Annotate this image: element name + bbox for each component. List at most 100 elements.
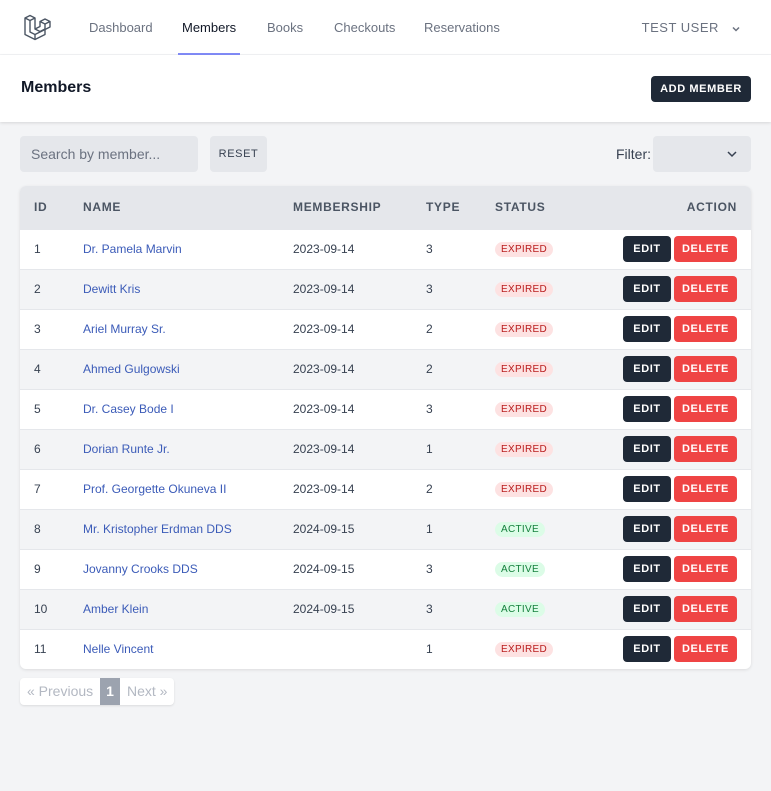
cell-type: 1 [426,642,433,657]
member-name-link[interactable]: Nelle Vincent [83,642,154,656]
column-header-id[interactable]: ID [20,186,83,229]
edit-button[interactable]: EDIT [623,476,671,502]
status-badge: EXPIRED [495,482,554,497]
status-badge: EXPIRED [495,362,554,377]
members-table: ID NAME MEMBERSHIP TYPE STATUS ACTION 1 D… [20,186,751,669]
edit-button[interactable]: EDIT [623,396,671,422]
member-name-link[interactable]: Ariel Murray Sr. [83,322,166,336]
cell-membership: 2023-09-14 [293,242,355,256]
delete-button[interactable]: DELETE [674,356,737,382]
pagination-previous[interactable]: « Previous [20,678,100,705]
cell-id: 9 [34,562,41,576]
status-badge: ACTIVE [495,602,545,617]
nav-dashboard[interactable]: Dashboard [89,0,153,55]
cell-id: 6 [34,442,41,456]
cell-id: 11 [34,642,47,657]
user-name: TEST USER [641,20,719,35]
cell-id: 7 [34,482,41,496]
cell-type: 1 [426,442,433,456]
nav-books[interactable]: Books [267,0,303,55]
member-name-link[interactable]: Amber Klein [83,602,148,616]
delete-button[interactable]: DELETE [674,236,737,262]
member-name-link[interactable]: Mr. Kristopher Erdman DDS [83,522,232,536]
member-name-link[interactable]: Jovanny Crooks DDS [83,562,198,576]
column-header-type[interactable]: TYPE [426,186,495,229]
cell-id: 8 [34,522,41,536]
cell-membership [293,629,426,669]
cell-type: 3 [426,282,433,296]
cell-type: 3 [426,602,433,616]
cell-type: 3 [426,402,433,416]
cell-membership: 2024-09-15 [293,562,355,576]
status-badge: ACTIVE [495,522,545,537]
cell-membership: 2023-09-14 [293,482,355,496]
table-row: 6 Dorian Runte Jr. 2023-09-14 1 EXPIRED EDIT D… [20,429,751,469]
table-row: 4 Ahmed Gulgowski 2023-09-14 2 EXPIRED EDIT DE… [20,349,751,389]
status-badge: EXPIRED [495,442,554,457]
filter-select[interactable] [653,136,751,172]
search-input[interactable] [20,136,198,172]
edit-button[interactable]: EDIT [623,516,671,542]
delete-button[interactable]: DELETE [674,636,737,663]
cell-type: 3 [426,562,433,576]
cell-type: 2 [426,482,433,496]
edit-button[interactable]: EDIT [623,636,671,663]
nav-checkouts[interactable]: Checkouts [334,0,395,55]
table-row: 2 Dewitt Kris 2023-09-14 3 EXPIRED EDIT DELETE [20,269,751,309]
edit-button[interactable]: EDIT [623,236,671,262]
cell-id: 1 [34,242,41,256]
top-navbar: Dashboard Members Books Checkouts Reserv… [0,0,771,55]
edit-button[interactable]: EDIT [623,436,671,462]
table-row: 8 Mr. Kristopher Erdman DDS 2024-09-15 1 ACT… [20,509,751,549]
status-badge: ACTIVE [495,562,545,577]
delete-button[interactable]: DELETE [674,436,737,462]
cell-type: 2 [426,322,433,336]
delete-button[interactable]: DELETE [674,596,737,622]
delete-button[interactable]: DELETE [674,516,737,542]
reset-button[interactable]: RESET [210,136,267,172]
nav-members[interactable]: Members [177,0,241,55]
table-row: 11 Nelle Vincent 1 EXPIRED EDIT DELETE [20,629,751,669]
table-row: 1 Dr. Pamela Marvin 2023-09-14 3 EXPIRED EDIT… [20,229,751,269]
delete-button[interactable]: DELETE [674,316,737,342]
edit-button[interactable]: EDIT [623,356,671,382]
delete-button[interactable]: DELETE [674,476,737,502]
column-header-action: ACTION [686,200,737,215]
add-member-button[interactable]: ADD MEMBER [651,76,751,102]
member-name-link[interactable]: Dr. Casey Bode I [83,402,174,416]
delete-button[interactable]: DELETE [674,556,737,582]
cell-id: 10 [34,602,48,616]
cell-id: 2 [34,282,41,296]
user-menu[interactable]: TEST USER [642,0,741,55]
pagination-next[interactable]: Next » [120,678,174,705]
pagination-page-current[interactable]: 1 [100,678,120,705]
nav-reservations[interactable]: Reservations [424,0,500,55]
cell-type: 2 [426,362,433,376]
column-header-status[interactable]: STATUS [495,186,605,229]
column-header-name[interactable]: NAME [83,186,293,229]
member-name-link[interactable]: Dewitt Kris [83,282,140,296]
cell-membership: 2023-09-14 [293,362,355,376]
table-row: 5 Dr. Casey Bode I 2023-09-14 3 EXPIRED EDIT D… [20,389,751,429]
laravel-logo-icon[interactable] [22,12,52,42]
member-name-link[interactable]: Ahmed Gulgowski [83,362,180,376]
member-name-link[interactable]: Dr. Pamela Marvin [83,242,182,256]
column-header-membership[interactable]: MEMBERSHIP [293,186,426,229]
chevron-down-icon [727,151,737,158]
page-title: Members [21,79,92,96]
member-name-link[interactable]: Dorian Runte Jr. [83,442,170,456]
edit-button[interactable]: EDIT [623,276,671,302]
chevron-down-icon [732,26,740,32]
cell-type: 1 [426,522,433,536]
status-badge: EXPIRED [495,642,554,658]
edit-button[interactable]: EDIT [623,316,671,342]
delete-button[interactable]: DELETE [674,396,737,422]
table-header-row: ID NAME MEMBERSHIP TYPE STATUS ACTION [20,186,751,229]
cell-membership: 2023-09-14 [293,282,355,296]
table-row: 10 Amber Klein 2024-09-15 3 ACTIVE EDIT DELETE [20,589,751,629]
edit-button[interactable]: EDIT [623,596,671,622]
delete-button[interactable]: DELETE [674,276,737,302]
member-name-link[interactable]: Prof. Georgette Okuneva II [83,482,226,496]
status-badge: EXPIRED [495,282,554,297]
edit-button[interactable]: EDIT [623,556,671,582]
